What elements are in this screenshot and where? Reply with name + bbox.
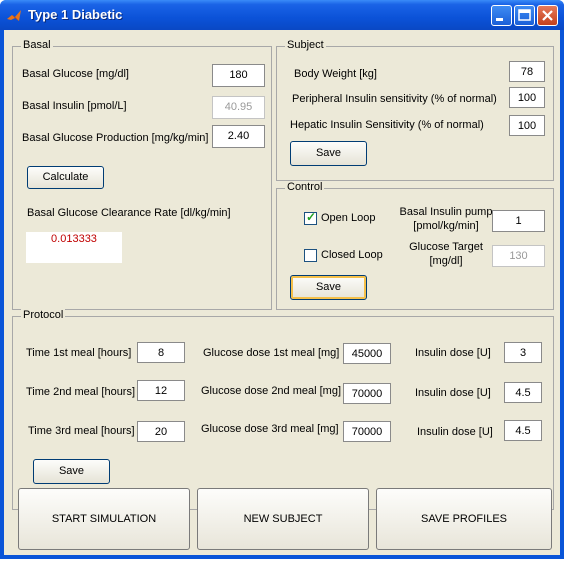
matlab-icon: [7, 10, 21, 21]
hepatic-sensitivity-label: Hepatic Insulin Sensitivity (% of normal…: [290, 119, 484, 131]
basal-panel-title: Basal: [21, 39, 53, 51]
peripheral-sensitivity-field[interactable]: 100: [509, 87, 545, 108]
basal-pump-label: Basal Insulin pump [pmol/kg/min]: [399, 206, 493, 232]
minimize-button[interactable]: [491, 5, 512, 26]
clearance-value: 0.013333: [26, 232, 122, 263]
basal-production-field[interactable]: 2.40: [212, 125, 265, 148]
closed-loop-label[interactable]: Closed Loop: [321, 249, 383, 261]
insulin2-label: Insulin dose [U]: [415, 387, 491, 399]
dose2-label: Glucose dose 2nd meal [mg]: [201, 385, 342, 397]
calculate-button[interactable]: Calculate: [27, 166, 104, 189]
control-panel: Control ✓ Open Loop Closed Loop Basal In…: [276, 181, 554, 310]
meal2-time-field[interactable]: 12: [137, 380, 185, 401]
subject-save-button[interactable]: Save: [290, 141, 367, 166]
subject-panel: Subject Body Weight [kg] 78 Peripheral I…: [276, 39, 554, 181]
open-loop-checkbox[interactable]: ✓: [304, 210, 317, 225]
clearance-label: Basal Glucose Clearance Rate [dl/kg/min]: [27, 207, 231, 219]
insulin1-label: Insulin dose [U]: [415, 347, 491, 359]
basal-panel: Basal Basal Glucose [mg/dl] 180 Basal In…: [12, 39, 272, 310]
window-title: Type 1 Diabetic: [28, 7, 123, 22]
insulin2-field[interactable]: 4.5: [504, 382, 542, 403]
dose3-field[interactable]: 70000: [343, 421, 391, 442]
basal-pump-field[interactable]: 1: [492, 210, 545, 232]
meal1-time-field[interactable]: 8: [137, 342, 185, 363]
insulin3-field[interactable]: 4.5: [504, 420, 542, 441]
glucose-target-label: Glucose Target [mg/dl]: [409, 241, 483, 267]
protocol-panel: Protocol Time 1st meal [hours] 8 Time 2n…: [12, 309, 554, 510]
dose1-field[interactable]: 45000: [343, 343, 391, 364]
save-profiles-button[interactable]: SAVE PROFILES: [376, 488, 552, 550]
close-button[interactable]: [537, 5, 558, 26]
close-icon: [542, 10, 553, 21]
app-window: Type 1 Diabetic Basal Basal Glucose [mg/…: [0, 0, 564, 559]
protocol-save-button[interactable]: Save: [33, 459, 110, 484]
basal-production-label: Basal Glucose Production [mg/kg/min]: [22, 132, 209, 144]
dose3-label: Glucose dose 3rd meal [mg]: [201, 423, 339, 435]
body-weight-label: Body Weight [kg]: [294, 68, 377, 80]
insulin3-label: Insulin dose [U]: [417, 426, 493, 438]
glucose-target-field: 130: [492, 245, 545, 267]
meal3-time-field[interactable]: 20: [137, 421, 185, 442]
meal3-time-label: Time 3rd meal [hours]: [28, 425, 135, 437]
checkmark-icon: ✓: [306, 210, 317, 224]
basal-insulin-label: Basal Insulin [pmol/L]: [22, 100, 127, 112]
meal2-time-label: Time 2nd meal [hours]: [26, 386, 136, 398]
control-panel-title: Control: [285, 181, 325, 193]
hepatic-sensitivity-field[interactable]: 100: [509, 115, 545, 136]
maximize-button[interactable]: [514, 5, 535, 26]
start-simulation-button[interactable]: START SIMULATION: [18, 488, 190, 550]
protocol-panel-title: Protocol: [21, 309, 66, 321]
basal-glucose-field[interactable]: 180: [212, 64, 265, 87]
minimize-icon: [496, 18, 503, 21]
new-subject-button[interactable]: NEW SUBJECT: [197, 488, 369, 550]
closed-loop-checkbox[interactable]: [304, 249, 317, 262]
subject-panel-title: Subject: [285, 39, 326, 51]
client-area: Basal Basal Glucose [mg/dl] 180 Basal In…: [4, 30, 560, 555]
insulin1-field[interactable]: 3: [504, 342, 542, 363]
open-loop-label[interactable]: Open Loop: [321, 212, 375, 224]
basal-insulin-field: 40.95: [212, 96, 265, 119]
basal-glucose-label: Basal Glucose [mg/dl]: [22, 68, 129, 80]
title-bar[interactable]: Type 1 Diabetic: [0, 0, 564, 30]
dose2-field[interactable]: 70000: [343, 383, 391, 404]
peripheral-sensitivity-label: Peripheral Insulin sensitivity (% of nor…: [292, 93, 497, 105]
body-weight-field[interactable]: 78: [509, 61, 545, 82]
maximize-icon: [518, 9, 531, 21]
dose1-label: Glucose dose 1st meal [mg]: [203, 347, 340, 359]
control-save-button[interactable]: Save: [290, 275, 367, 300]
meal1-time-label: Time 1st meal [hours]: [26, 347, 132, 359]
